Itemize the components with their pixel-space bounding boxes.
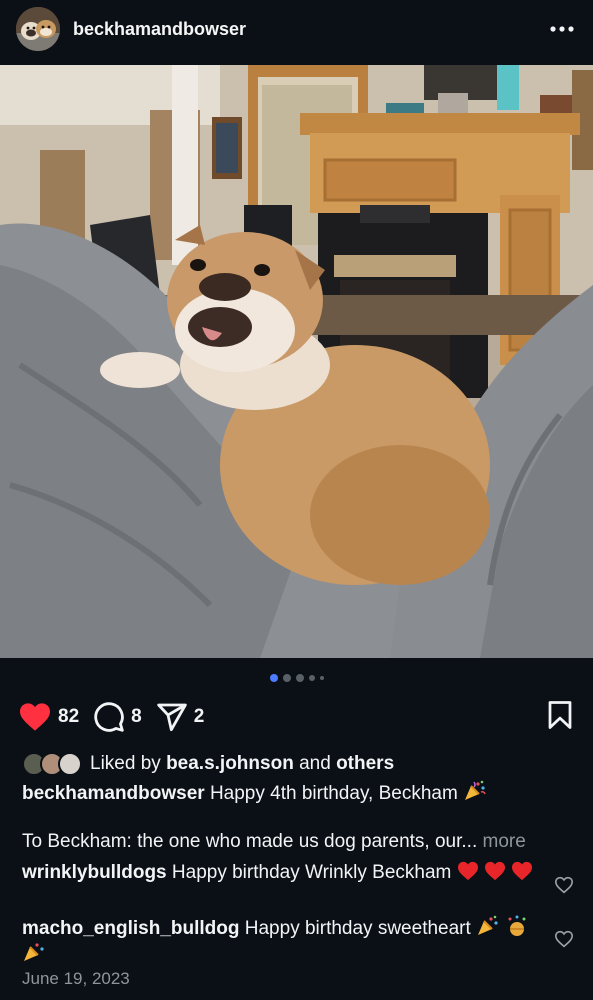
carousel-dot: [319, 676, 324, 680]
caption-text-continued: To Beckham: the one who made us dog pare…: [22, 831, 478, 852]
caption-text: Happy 4th birthday, Beckham: [209, 783, 458, 804]
comment-username[interactable]: wrinklybulldogs: [22, 862, 167, 883]
liked-by-prefix: Liked by: [90, 753, 161, 774]
carousel-dot-active: [269, 674, 278, 682]
comment-count: 8: [131, 706, 142, 727]
comment-username[interactable]: macho_english_bulldog: [22, 918, 239, 939]
share-count: 2: [193, 706, 205, 727]
liked-by-conjunction: and: [299, 753, 331, 774]
comment-text: Happy birthday Wrinkly Beckham: [171, 862, 452, 883]
party-popper-icon: [478, 915, 498, 935]
action-bar: 82 8 2: [18, 698, 573, 736]
post-caption: beckhamandbowser Happy 4th birthday, Bec…: [22, 780, 577, 854]
caption-more-link[interactable]: more: [483, 831, 526, 852]
heart-outline-icon: [554, 930, 574, 948]
heart-filled-icon: [20, 703, 50, 731]
party-popper-icon: [24, 943, 44, 961]
comment-icon: [94, 702, 124, 732]
carousel-dot: [308, 675, 315, 681]
more-options-button[interactable]: [547, 14, 577, 44]
bulldog-photo: [0, 65, 593, 658]
caption-username[interactable]: beckhamandbowser: [22, 783, 205, 804]
comment-text: Happy birthday sweetheart: [244, 918, 471, 939]
post-date: June 19, 2023: [22, 969, 130, 988]
liker-avatar: [58, 752, 82, 776]
comment-item: wrinklybulldogs Happy birthday Wrinkly B…: [22, 861, 547, 885]
like-count: 82: [58, 706, 80, 727]
heart-outline-icon: [554, 876, 574, 894]
liked-by-row[interactable]: Liked by bea.s.johnson and others: [22, 750, 577, 778]
avatar-image: [16, 7, 60, 51]
liked-by-user[interactable]: bea.s.johnson: [166, 753, 294, 774]
profile-avatar[interactable]: [16, 7, 60, 51]
comment-item: macho_english_bulldog Happy birthday swe…: [22, 915, 547, 967]
carousel-indicator: [0, 674, 593, 682]
liked-by-others[interactable]: others: [336, 753, 394, 774]
carousel-dot: [295, 674, 304, 682]
send-icon: [156, 703, 187, 732]
bookmark-icon: [548, 700, 572, 729]
party-popper-icon: [465, 780, 486, 800]
carousel-dot: [282, 674, 291, 682]
share-button[interactable]: 2: [156, 702, 205, 732]
like-button[interactable]: 82: [18, 702, 79, 732]
more-horizontal-icon: [550, 26, 574, 32]
comment-like-button[interactable]: [554, 930, 574, 950]
red-heart-icon: [512, 861, 533, 881]
comment-like-button[interactable]: [554, 876, 574, 896]
save-button[interactable]: [547, 700, 573, 735]
red-heart-icon: [457, 861, 478, 881]
post-photo[interactable]: [0, 65, 593, 658]
liker-avatars: [22, 751, 88, 777]
post-username[interactable]: beckhamandbowser: [73, 19, 246, 40]
red-heart-icon: [484, 861, 505, 881]
confetti-ball-icon: [508, 915, 526, 936]
comment-button[interactable]: 8: [93, 701, 142, 733]
post-header: beckhamandbowser: [0, 0, 593, 58]
